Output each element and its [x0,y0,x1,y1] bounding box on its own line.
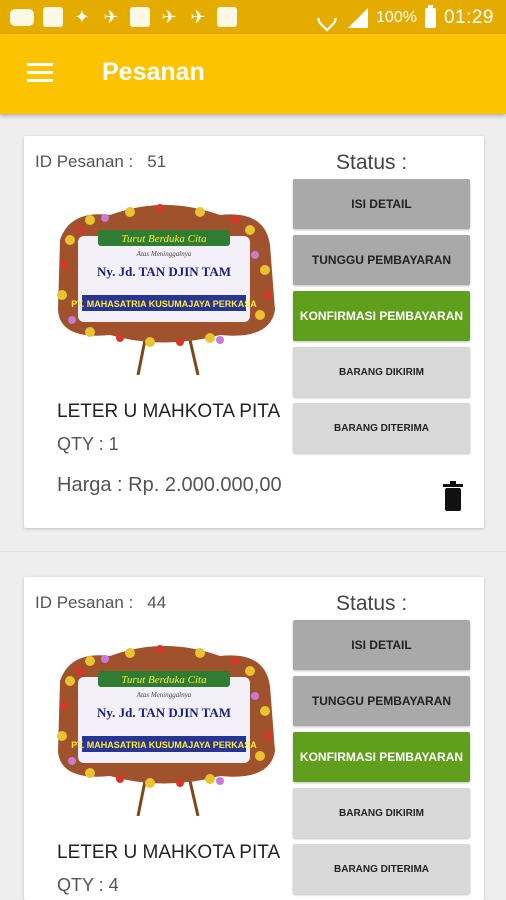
clock: 01:29 [443,7,494,28]
order-card: ID Pesanan :51 Status : Turut Berduka Ci… [24,136,484,528]
product-qty: QTY : 1 [57,434,119,454]
bird-icon: ✈ [161,7,177,27]
tunggu-pembayaran-button[interactable]: TUNGGU PEMBAYARAN [293,235,470,285]
svg-text:Atas Meninggalnya: Atas Meninggalnya [136,250,192,258]
divider [0,551,506,552]
battery-percent: 100% [376,9,417,26]
order-id: ID Pesanan :51 [35,152,167,171]
status-buttons: ISI DETAIL TUNGGU PEMBAYARAN KONFIRMASI … [293,179,470,459]
page-title: Pesanan [102,58,205,86]
bird-icon: ✈ [103,7,119,27]
bird-icon: ✈ [190,7,206,27]
tunggu-pembayaran-button[interactable]: TUNGGU PEMBAYARAN [293,676,470,726]
bird-icon: ✦ [74,7,90,27]
trash-icon[interactable] [441,481,465,511]
isi-detail-button[interactable]: ISI DETAIL [293,620,470,670]
product-price: Harga : Rp. 2.000.000,00 [57,474,282,496]
order-card: ID Pesanan :44 Status : Turut Berduka Ci… [24,577,484,900]
svg-text:Atas Meninggalnya: Atas Meninggalnya [136,691,192,699]
svg-text:PT. MAHASATRIA KUSUMAJAYA PERK: PT. MAHASATRIA KUSUMAJAYA PERKASA [71,740,257,750]
app-bar: Pesanan [0,34,506,114]
status-label: Status : [336,592,408,615]
isi-detail-button[interactable]: ISI DETAIL [293,179,470,229]
konfirmasi-pembayaran-button[interactable]: KONFIRMASI PEMBAYARAN [293,291,470,341]
status-label: Status : [336,151,408,174]
status-bar: ✦ ✈ ✈ ✈ 100% 01:29 [0,0,506,34]
menu-icon[interactable] [27,63,53,83]
barang-diterima-button[interactable]: BARANG DITERIMA [293,403,470,453]
barang-dikirim-button[interactable]: BARANG DIKIRIM [293,788,470,838]
svg-text:Turut Berduka Cita: Turut Berduka Cita [121,233,207,245]
svg-text:Ny. Jd. TAN DJIN TAM: Ny. Jd. TAN DJIN TAM [97,264,231,279]
signal-icon [348,8,369,28]
product-name: LETER U MAHKOTA PITA [57,401,281,422]
facebook-icon [217,7,237,27]
product-image: Turut Berduka Cita Atas Meninggalnya Ny.… [57,204,275,375]
product-qty: QTY : 4 [57,875,119,895]
battery-icon [424,5,436,28]
konfirmasi-pembayaran-button[interactable]: KONFIRMASI PEMBAYARAN [293,732,470,782]
svg-text:Ny. Jd. TAN DJIN TAM: Ny. Jd. TAN DJIN TAM [97,705,231,720]
wifi-icon [313,4,341,32]
facebook-icon [43,7,63,27]
barang-dikirim-button[interactable]: BARANG DIKIRIM [293,347,470,397]
svg-text:PT. MAHASATRIA KUSUMAJAYA PERK: PT. MAHASATRIA KUSUMAJAYA PERKASA [71,299,257,309]
barang-diterima-button[interactable]: BARANG DITERIMA [293,844,470,894]
message-icon [10,9,34,26]
facebook-icon [130,7,150,27]
status-buttons: ISI DETAIL TUNGGU PEMBAYARAN KONFIRMASI … [293,620,470,900]
product-name: LETER U MAHKOTA PITA [57,842,281,863]
order-id: ID Pesanan :44 [35,593,167,612]
notification-icons: ✦ ✈ ✈ ✈ [10,7,237,27]
product-image: Turut Berduka Cita Atas Meninggalnya Ny.… [57,645,275,816]
svg-text:Turut Berduka Cita: Turut Berduka Cita [121,674,207,686]
